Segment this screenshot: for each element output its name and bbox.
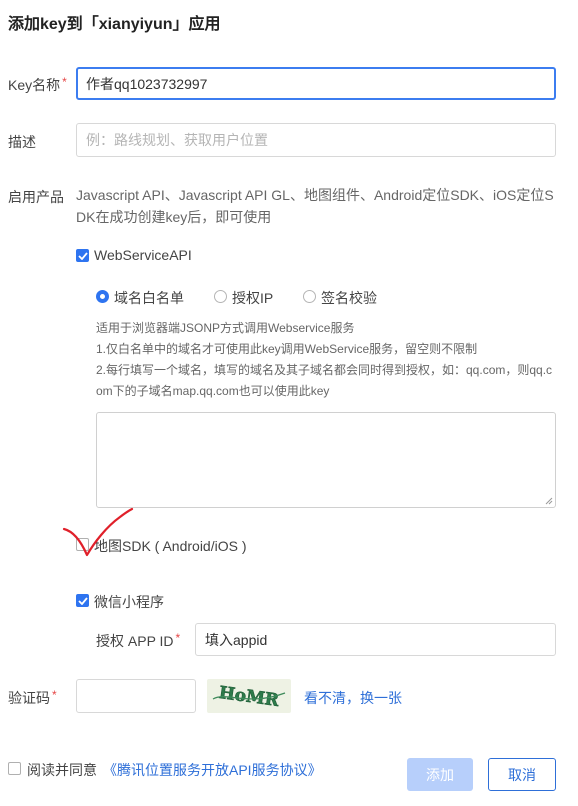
radio-authorized-ip-label[interactable]: 授权IP [232, 288, 273, 308]
webservice-checkbox[interactable] [76, 249, 89, 262]
description-input[interactable]: 例：路线规划、获取用户位置 [76, 123, 556, 157]
agree-checkbox[interactable] [8, 762, 21, 775]
appid-input[interactable]: 填入appid [195, 623, 556, 656]
resize-handle-icon[interactable] [545, 497, 553, 505]
captcha-input[interactable] [76, 679, 196, 713]
appid-label: 授权 APP ID * [96, 631, 181, 649]
check-icon [77, 596, 88, 605]
captcha-image[interactable]: HoMR [207, 679, 291, 713]
radio-authorized-ip[interactable] [214, 290, 227, 303]
agreement-link[interactable]: 《腾讯位置服务开放API服务协议》 [103, 760, 322, 780]
products-label: 启用产品 [8, 189, 64, 205]
miniprogram-checkbox[interactable] [76, 594, 89, 607]
products-note: Javascript API、Javascript API GL、地图组件、An… [76, 187, 554, 225]
check-icon [77, 251, 88, 260]
webservice-help: 适用于浏览器端JSONP方式调用Webservice服务 1.仅白名单中的域名才… [96, 321, 553, 398]
add-button[interactable]: 添加 [407, 758, 473, 791]
key-name-input[interactable]: 作者qq1023732997 [76, 67, 556, 100]
required-mark: * [175, 631, 181, 645]
captcha-image-icon: HoMR [212, 683, 286, 712]
radio-domain-whitelist[interactable] [96, 290, 109, 303]
cancel-button[interactable]: 取消 [488, 758, 556, 791]
miniprogram-label: 微信小程序 [94, 594, 164, 610]
agree-prefix: 阅读并同意 [27, 762, 97, 778]
description-label: 描述 [8, 134, 36, 150]
red-checkmark-annotation-icon [62, 507, 134, 557]
radio-domain-whitelist-label[interactable]: 域名白名单 [114, 288, 184, 308]
refresh-captcha-link[interactable]: 看不清，换一张 [304, 688, 402, 708]
description-placeholder: 例：路线规划、获取用户位置 [86, 132, 268, 148]
domain-whitelist-textarea[interactable] [96, 412, 556, 508]
dialog-title: 添加key到「xianyiyun」应用 [8, 16, 221, 33]
required-mark: * [52, 688, 57, 702]
key-name-label: Key名称 * [8, 75, 67, 93]
appid-value: 填入appid [205, 631, 268, 648]
key-name-value: 作者qq1023732997 [86, 75, 208, 92]
captcha-label: 验证码 * [8, 688, 57, 706]
webservice-label: WebServiceAPI [94, 247, 192, 263]
radio-signature-check[interactable] [303, 290, 316, 303]
required-mark: * [62, 75, 67, 89]
radio-signature-check-label[interactable]: 签名校验 [321, 288, 377, 308]
